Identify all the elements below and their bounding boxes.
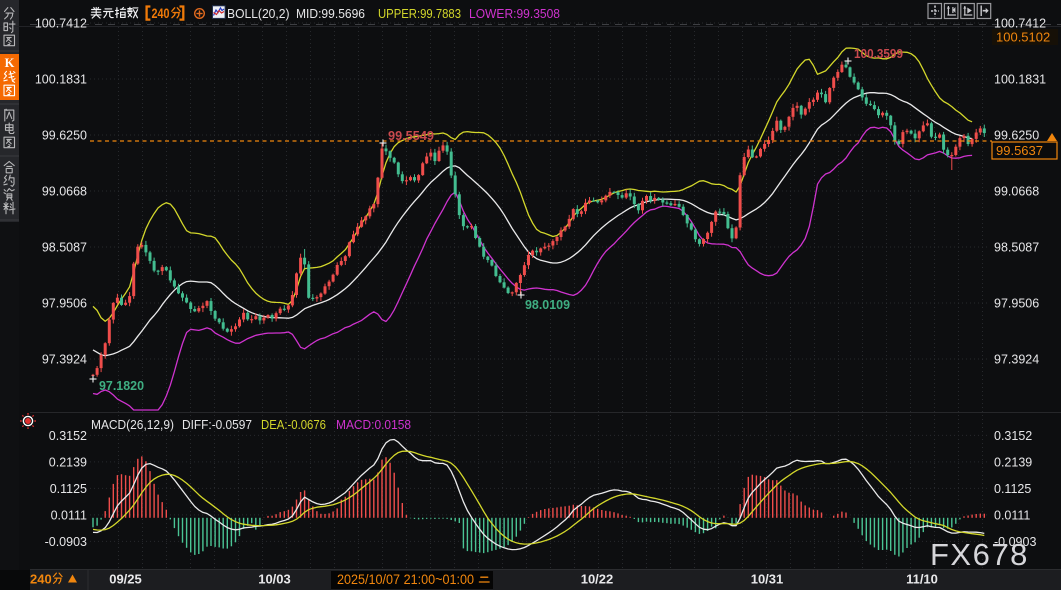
svg-text:0.3152: 0.3152 — [49, 429, 87, 443]
svg-text:LOWER:99.3508: LOWER:99.3508 — [469, 6, 560, 21]
svg-text:MACD:0.0158: MACD:0.0158 — [336, 417, 411, 432]
svg-text:98.0109: 98.0109 — [525, 297, 570, 312]
svg-text:10/22: 10/22 — [581, 572, 614, 587]
svg-text:100.1831: 100.1831 — [35, 73, 87, 87]
svg-text:100.1831: 100.1831 — [994, 73, 1046, 87]
svg-text:K: K — [5, 56, 15, 70]
svg-text:0.3152: 0.3152 — [994, 429, 1032, 443]
svg-text:99.5637: 99.5637 — [996, 143, 1043, 158]
svg-text:10/31: 10/31 — [751, 572, 784, 587]
svg-text:UPPER:99.7883: UPPER:99.7883 — [378, 6, 461, 21]
svg-text:240: 240 — [152, 5, 170, 21]
svg-text:240: 240 — [30, 572, 52, 587]
svg-text:10/03: 10/03 — [258, 572, 291, 587]
svg-text:0.1125: 0.1125 — [994, 482, 1031, 496]
svg-text:09/25: 09/25 — [109, 572, 142, 587]
svg-text:MACD(26,12,9): MACD(26,12,9) — [91, 417, 174, 432]
svg-text:98.5087: 98.5087 — [994, 241, 1039, 255]
svg-text:DEA:-0.0676: DEA:-0.0676 — [261, 417, 326, 432]
svg-text:DIFF:-0.0597: DIFF:-0.0597 — [182, 417, 252, 432]
svg-text:11/10: 11/10 — [906, 572, 938, 587]
svg-text:BOLL(20,2): BOLL(20,2) — [227, 6, 290, 21]
svg-text:0.2139: 0.2139 — [994, 455, 1032, 469]
svg-text:99.6250: 99.6250 — [994, 129, 1039, 143]
svg-text:100.7412: 100.7412 — [35, 17, 87, 31]
svg-text:0.2139: 0.2139 — [49, 455, 87, 469]
svg-text:MID:99.5696: MID:99.5696 — [296, 6, 365, 21]
svg-text:99.6250: 99.6250 — [42, 129, 87, 143]
svg-text:0.1125: 0.1125 — [50, 482, 87, 496]
svg-text:0.0111: 0.0111 — [994, 508, 1030, 522]
svg-text:100.5102: 100.5102 — [996, 30, 1050, 45]
svg-text:99.0668: 99.0668 — [994, 185, 1039, 199]
svg-text:99.0668: 99.0668 — [42, 185, 87, 199]
svg-text:2025/10/07 21:00~01:00: 2025/10/07 21:00~01:00 — [337, 572, 474, 587]
svg-text:100.7412: 100.7412 — [994, 17, 1046, 31]
svg-text:100.3599: 100.3599 — [854, 46, 903, 61]
svg-text:FX678: FX678 — [930, 537, 1029, 572]
svg-text:98.5087: 98.5087 — [42, 241, 87, 255]
svg-text:-0.0903: -0.0903 — [45, 535, 87, 549]
svg-text:0.0111: 0.0111 — [51, 508, 87, 522]
svg-text:97.1820: 97.1820 — [99, 378, 144, 393]
svg-text:97.9506: 97.9506 — [994, 297, 1039, 311]
svg-text:97.3924: 97.3924 — [994, 353, 1039, 367]
svg-text:99.5549: 99.5549 — [388, 128, 434, 143]
svg-text:97.3924: 97.3924 — [42, 353, 87, 367]
svg-text:97.9506: 97.9506 — [42, 297, 87, 311]
